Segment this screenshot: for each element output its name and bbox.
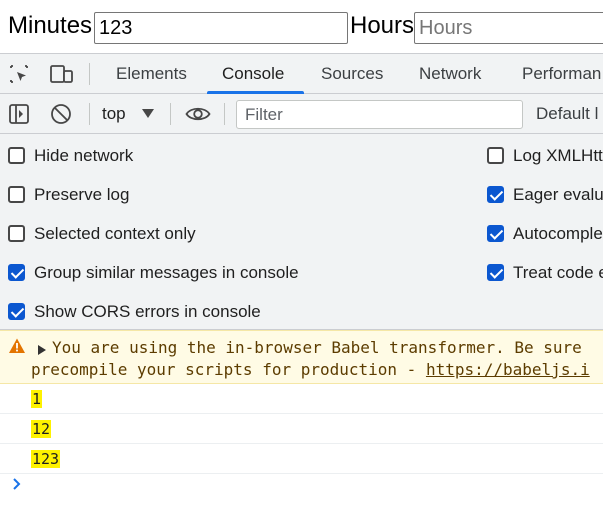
babel-docs-link[interactable]: https://babeljs.i: [426, 360, 590, 379]
toolbar-divider: [89, 63, 90, 85]
log-levels-dropdown[interactable]: Default l: [536, 94, 598, 134]
warning-icon: [8, 337, 26, 355]
checkbox-checked[interactable]: [8, 303, 25, 320]
checkbox[interactable]: [8, 147, 25, 164]
console-prompt-chevron-icon[interactable]: [10, 475, 24, 493]
filter-input[interactable]: [236, 100, 523, 129]
console-output: You are using the in-browser Babel trans…: [0, 330, 603, 505]
setting-label: Log XMLHtt: [513, 146, 603, 165]
toolbar-divider: [224, 103, 225, 125]
console-warning-message: You are using the in-browser Babel trans…: [0, 330, 603, 384]
live-expression-eye-icon[interactable]: [185, 103, 211, 125]
minutes-label: Minutes: [8, 12, 93, 39]
hours-input[interactable]: [414, 12, 603, 44]
log-value: 123: [31, 450, 61, 468]
setting-label: Show CORS errors in console: [34, 302, 261, 321]
setting-label: Selected context only: [34, 224, 196, 243]
checkbox-checked[interactable]: [487, 225, 504, 242]
hours-label: Hours: [350, 12, 415, 39]
checkbox-checked[interactable]: [8, 264, 25, 281]
expand-triangle-icon[interactable]: [38, 345, 46, 355]
page-form-row: Minutes Hours: [0, 0, 603, 53]
setting-label: Hide network: [34, 146, 134, 165]
warning-text-line2: precompile your scripts for production -…: [31, 359, 590, 381]
log-row: 123: [0, 444, 603, 474]
tab-console[interactable]: Console: [222, 54, 284, 94]
log-value: 12: [31, 420, 52, 438]
log-row: 12: [0, 414, 603, 444]
setting-label: Group similar messages in console: [34, 263, 299, 282]
tab-performance[interactable]: Performan: [522, 54, 601, 94]
tab-sources[interactable]: Sources: [321, 54, 383, 94]
console-settings-pane: Hide network Preserve log Selected conte…: [0, 134, 603, 330]
tab-network[interactable]: Network: [419, 54, 481, 94]
warning-text-line1: You are using the in-browser Babel trans…: [52, 338, 582, 357]
device-toolbar-icon[interactable]: [50, 63, 73, 85]
toolbar-divider: [89, 103, 90, 125]
checkbox[interactable]: [8, 186, 25, 203]
log-value: 1: [31, 390, 43, 408]
clear-console-icon[interactable]: [50, 103, 72, 125]
checkbox-checked[interactable]: [487, 264, 504, 281]
tab-elements[interactable]: Elements: [116, 54, 187, 94]
chevron-down-icon[interactable]: [142, 109, 154, 118]
setting-label: Autocomple: [513, 224, 603, 243]
warning-text: precompile your scripts for production -: [31, 360, 426, 379]
toolbar-divider: [170, 103, 171, 125]
inspect-element-icon[interactable]: [8, 63, 30, 85]
sidebar-toggle-icon[interactable]: [8, 103, 30, 125]
devtools-tabbar: Elements Console Sources Network Perform…: [0, 54, 603, 94]
setting-label: Eager evalu: [513, 185, 603, 204]
context-selector[interactable]: top: [102, 94, 126, 134]
console-toolbar: top Default l: [0, 94, 603, 134]
devtools-panel: Elements Console Sources Network Perform…: [0, 53, 603, 505]
setting-label: Preserve log: [34, 185, 130, 204]
log-row: 1: [0, 384, 603, 414]
checkbox-checked[interactable]: [487, 186, 504, 203]
minutes-input[interactable]: [94, 12, 348, 44]
checkbox[interactable]: [487, 147, 504, 164]
checkbox[interactable]: [8, 225, 25, 242]
setting-label: Treat code e: [513, 263, 603, 282]
